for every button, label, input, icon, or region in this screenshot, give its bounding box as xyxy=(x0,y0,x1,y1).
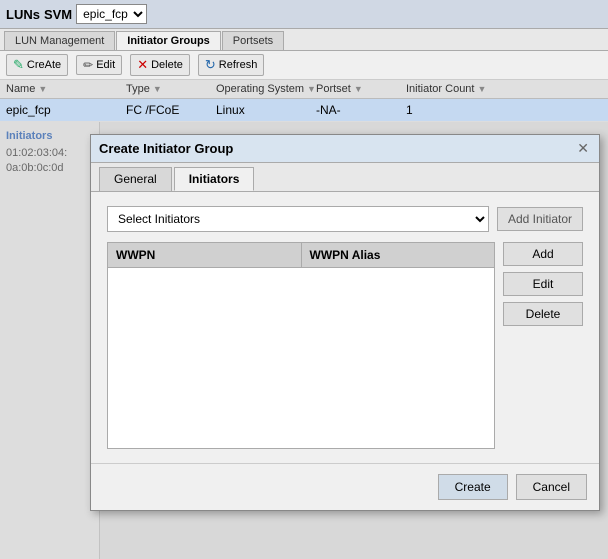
cell-os: Linux xyxy=(216,103,316,117)
create-icon: ✎ xyxy=(13,57,24,73)
tab-portsets[interactable]: Portsets xyxy=(222,31,284,50)
sort-icon-initcount: ▼ xyxy=(477,84,486,94)
edit-button[interactable]: ✏ Edit xyxy=(76,55,122,75)
col-header-name: Name ▼ xyxy=(6,83,126,95)
col-header-initcount: Initiator Count ▼ xyxy=(406,83,496,95)
refresh-button[interactable]: ↻ Refresh xyxy=(198,54,264,76)
create-label: CreAte xyxy=(27,59,61,71)
wwpn-delete-button[interactable]: Delete xyxy=(503,302,583,326)
wwpn-table: WWPN WWPN Alias xyxy=(107,242,495,449)
wwpn-col-wwpn: WWPN xyxy=(108,243,302,267)
wwpn-area: WWPN WWPN Alias Add Edit Delete xyxy=(107,242,583,449)
col-header-type: Type ▼ xyxy=(126,83,216,95)
cell-name: epic_fcp xyxy=(6,103,126,117)
delete-icon: ✕ xyxy=(137,57,148,73)
modal-cancel-button[interactable]: Cancel xyxy=(516,474,587,500)
modal-content: Select Initiators Add Initiator WWPN WWP… xyxy=(91,192,599,463)
modal-create-button[interactable]: Create xyxy=(438,474,508,500)
wwpn-add-button[interactable]: Add xyxy=(503,242,583,266)
wwpn-table-header: WWPN WWPN Alias xyxy=(108,243,494,268)
scroll-spacer xyxy=(496,83,510,95)
top-bar: LUNs SVM epic_fcp xyxy=(0,0,608,29)
delete-label: Delete xyxy=(151,59,183,71)
sort-icon-name: ▼ xyxy=(38,84,47,94)
wwpn-col-alias: WWPN Alias xyxy=(302,243,495,267)
tab-initiator-groups[interactable]: Initiator Groups xyxy=(116,31,221,50)
luns-label: LUNs xyxy=(6,7,40,22)
modal-footer: Create Cancel xyxy=(91,463,599,510)
sort-icon-os: ▼ xyxy=(307,84,316,94)
edit-icon: ✏ xyxy=(83,58,93,72)
tab-bar: LUN Management Initiator Groups Portsets xyxy=(0,29,608,51)
wwpn-side-buttons: Add Edit Delete xyxy=(503,242,583,449)
svm-label: SVM xyxy=(44,7,72,22)
sort-icon-portset: ▼ xyxy=(354,84,363,94)
modal-tab-initiators[interactable]: Initiators xyxy=(174,167,255,191)
edit-label: Edit xyxy=(96,59,115,71)
select-initiators-dropdown[interactable]: Select Initiators xyxy=(107,206,489,232)
delete-button[interactable]: ✕ Delete xyxy=(130,54,190,76)
modal-tab-general[interactable]: General xyxy=(99,167,172,191)
select-initiators-row: Select Initiators Add Initiator xyxy=(107,206,583,232)
svm-select[interactable]: epic_fcp xyxy=(76,4,147,24)
modal-title: Create Initiator Group xyxy=(99,141,233,156)
refresh-label: Refresh xyxy=(219,59,258,71)
add-initiator-button[interactable]: Add Initiator xyxy=(497,207,583,231)
cell-type: FC /FCoE xyxy=(126,103,216,117)
main-area: Initiators 01:02:03:04: 0a:0b:0c:0d Crea… xyxy=(0,122,608,559)
tab-lun-management[interactable]: LUN Management xyxy=(4,31,115,50)
create-button[interactable]: ✎ CreAte xyxy=(6,54,68,76)
wwpn-table-body xyxy=(108,268,494,448)
modal-tab-bar: General Initiators xyxy=(91,163,599,192)
modal-close-button[interactable]: ✕ xyxy=(575,140,591,157)
sort-icon-type: ▼ xyxy=(153,84,162,94)
cell-portset: -NA- xyxy=(316,103,406,117)
table-row[interactable]: epic_fcp FC /FCoE Linux -NA- 1 xyxy=(0,99,608,122)
table-header: Name ▼ Type ▼ Operating System ▼ Portset… xyxy=(0,80,608,99)
toolbar: ✎ CreAte ✏ Edit ✕ Delete ↻ Refresh xyxy=(0,51,608,80)
col-header-portset: Portset ▼ xyxy=(316,83,406,95)
cell-initcount: 1 xyxy=(406,103,496,117)
modal-create-initiator-group: Create Initiator Group ✕ General Initiat… xyxy=(90,134,600,511)
refresh-icon: ↻ xyxy=(205,57,216,73)
col-header-os: Operating System ▼ xyxy=(216,83,316,95)
wwpn-edit-button[interactable]: Edit xyxy=(503,272,583,296)
modal-title-bar: Create Initiator Group ✕ xyxy=(91,135,599,163)
